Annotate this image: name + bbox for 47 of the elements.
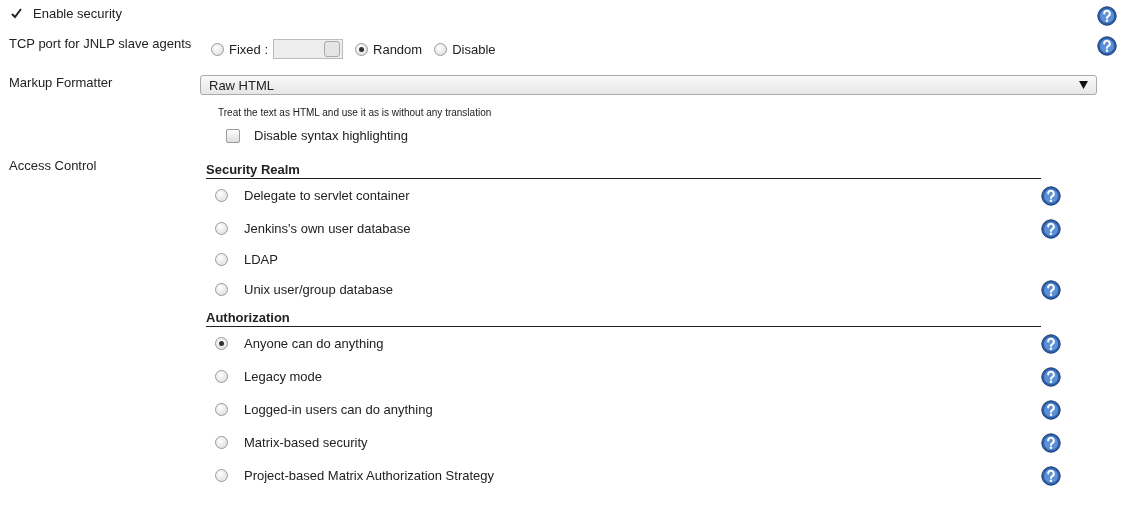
radio-label: Delegate to servlet container [244,188,410,203]
radio-label: Anyone can do anything [244,336,384,351]
radio-button[interactable] [215,337,228,350]
radio-button[interactable] [215,469,228,482]
radio-button[interactable] [215,189,228,202]
radio-button[interactable] [215,252,228,266]
help-icon[interactable] [1041,399,1061,420]
radio-button[interactable] [215,403,228,416]
radio-button[interactable] [215,222,228,235]
help-icon[interactable] [1097,6,1117,26]
field-label: TCP port for JNLP slave agents [8,36,193,51]
field-label: Access Control [8,158,98,173]
section-heading: Security Realm [206,160,1041,179]
port-field[interactable] [273,39,343,59]
field-label: Markup Formatter [8,75,114,90]
caret-icon [1079,81,1088,89]
radio-button[interactable] [215,436,228,449]
help-icon[interactable] [1041,185,1061,206]
formatter-dropdown[interactable]: Raw HTML [200,75,1097,95]
radio-label: Random [373,41,423,57]
help-text: Treat the text as HTML and use it as is without any translation [218,107,492,118]
checkbox-label: Enable security [33,6,122,21]
radio-button[interactable] [434,42,448,56]
help-icon[interactable] [1041,432,1061,453]
help-icon[interactable] [1097,36,1117,56]
radio-label: Matrix-based security [244,435,368,450]
section-heading: Authorization [206,308,1041,327]
radio-label: LDAP [244,251,278,267]
help-icon[interactable] [1041,333,1061,354]
radio-button[interactable] [355,42,368,56]
checkbox-label: Disable syntax highlighting [254,128,408,143]
radio-label: Legacy mode [244,369,323,384]
radio-button[interactable] [215,370,228,383]
radio-label: Fixed : [229,41,268,57]
help-icon[interactable] [1041,218,1061,239]
radio-label: Logged-in users can do anything [244,402,433,417]
help-icon[interactable] [1041,465,1061,486]
radio-button[interactable] [215,283,228,296]
radio-label: Unix user/group database [244,282,393,297]
radio-button[interactable] [211,42,224,56]
help-icon[interactable] [1041,366,1061,387]
radio-label: Disable [452,41,496,57]
help-icon[interactable] [1041,279,1061,300]
checkbox[interactable] [9,6,23,21]
radio-label: Project-based Matrix Authorization Strategy [244,468,494,483]
radio-label: Jenkins's own user database [244,221,411,236]
checkbox[interactable] [226,128,240,143]
